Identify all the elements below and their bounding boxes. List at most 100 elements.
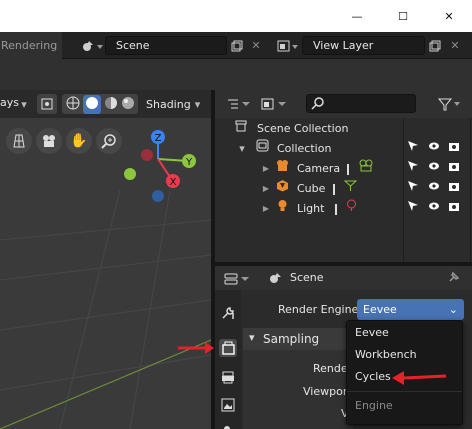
neg-z-axis-dot[interactable]: [152, 190, 164, 202]
outliner-editor-type-button[interactable]: [224, 94, 254, 113]
toggle-perspective-button[interactable]: [6, 128, 32, 154]
filter-icon: [438, 98, 460, 110]
view-layer-icon: [277, 40, 298, 51]
neg-y-axis-dot[interactable]: [141, 149, 153, 161]
scene-name-field[interactable]: Scene: [105, 36, 227, 55]
visibility-eye-icon[interactable]: [427, 199, 441, 219]
neg-x-axis-dot[interactable]: [124, 168, 136, 180]
svg-text:Z: Z: [155, 133, 162, 144]
render-engine-dropdown[interactable]: Eevee ⌄: [357, 299, 464, 320]
tab-tool[interactable]: [219, 304, 237, 322]
annotation-arrow-render-tab: [178, 342, 214, 354]
properties-icon: [224, 273, 249, 284]
outliner-row-cube[interactable]: ▶ Cube: [215, 179, 472, 199]
camera-data-icon[interactable]: [359, 159, 373, 179]
row-divider: [333, 184, 335, 195]
scene-browse-button[interactable]: [78, 36, 106, 55]
sampling-panel-header[interactable]: ▾ Sampling: [243, 328, 353, 350]
expand-arrow-icon[interactable]: ▶: [259, 159, 273, 179]
workspace-tab-rendering[interactable]: Rendering: [0, 32, 62, 59]
camera-view-button[interactable]: [36, 128, 62, 154]
view-layer-icon: [261, 98, 286, 109]
visibility-eye-icon[interactable]: [427, 159, 441, 179]
render-camera-icon[interactable]: [447, 139, 461, 159]
panel-collapse-arrow-icon: ▾: [249, 331, 255, 344]
material-shading-button[interactable]: [104, 96, 118, 113]
view-layer-delete-button[interactable]: ✕: [446, 36, 464, 55]
hand-icon: ✋: [70, 133, 88, 149]
render-camera-icon[interactable]: [447, 159, 461, 179]
render-camera-icon[interactable]: [447, 179, 461, 199]
selectable-cursor-icon[interactable]: [406, 179, 420, 199]
display-mode-button[interactable]: [258, 94, 290, 113]
light-data-icon[interactable]: [344, 199, 358, 219]
maximize-button[interactable]: ☐: [380, 0, 426, 32]
camera-icon: [43, 135, 55, 147]
x-icon: ✕: [450, 39, 460, 52]
render-camera-tab-icon: [222, 341, 235, 355]
properties-editor-type-button[interactable]: [222, 269, 254, 288]
outliner-label: Light: [297, 202, 325, 215]
shading-popover-button[interactable]: Shading ▾: [140, 94, 200, 114]
menu-item-label: Eevee: [355, 326, 389, 339]
outliner-row-scene-collection[interactable]: Scene Collection: [215, 119, 472, 139]
maximize-icon: ☐: [398, 9, 408, 23]
expand-arrow-icon[interactable]: ▾: [235, 139, 249, 159]
solid-shading-button[interactable]: [82, 94, 101, 114]
svg-text:Y: Y: [185, 157, 193, 168]
pan-view-button[interactable]: ✋: [66, 128, 92, 154]
tab-view-layer[interactable]: [219, 396, 237, 414]
workspace-tab-label: Rendering: [1, 39, 58, 52]
mesh-object-icon: [275, 179, 289, 199]
chevron-down-icon: ▾: [194, 97, 201, 111]
menu-item-label: Workbench: [355, 348, 417, 361]
selectable-cursor-icon[interactable]: [406, 159, 420, 179]
wireframe-shading-button[interactable]: [66, 96, 80, 113]
selectable-cursor-icon[interactable]: [406, 139, 420, 159]
engine-option-workbench[interactable]: Workbench: [347, 345, 462, 365]
zoom-view-button[interactable]: [96, 128, 122, 154]
render-engine-value: Eevee: [363, 303, 397, 316]
close-window-button[interactable]: ✕: [426, 0, 472, 32]
mesh-data-icon[interactable]: [343, 179, 357, 199]
render-camera-icon[interactable]: [447, 199, 461, 219]
copy-icon: [429, 40, 441, 51]
expand-arrow-icon[interactable]: ▶: [259, 179, 273, 199]
shading-label: Shading: [146, 97, 191, 111]
view-layer-copy-button[interactable]: [426, 36, 444, 55]
scene-tab-icon: [224, 425, 230, 429]
filter-button[interactable]: [436, 94, 464, 113]
scene-delete-button[interactable]: ✕: [247, 36, 265, 55]
outliner-column-divider: [403, 118, 404, 262]
material-sphere-icon: [104, 96, 117, 109]
navigation-gizmo[interactable]: Z Y X: [120, 125, 210, 210]
overlay-gizmo-button[interactable]: [37, 94, 57, 114]
visibility-eye-icon[interactable]: [427, 139, 441, 159]
grid-icon: [13, 134, 25, 148]
outliner-label: Collection: [277, 142, 332, 155]
outliner-row-light[interactable]: ▶ Light: [215, 199, 472, 219]
scene-copy-button[interactable]: [228, 36, 246, 55]
minimize-button[interactable]: —: [334, 0, 380, 32]
outliner-row-camera[interactable]: ▶ Camera: [215, 159, 472, 179]
expand-arrow-icon[interactable]: ▶: [259, 199, 273, 219]
tab-render[interactable]: [219, 339, 237, 357]
view-layer-name-field[interactable]: View Layer: [302, 36, 425, 55]
outliner-row-collection[interactable]: ▾ Collection: [215, 139, 472, 159]
outliner-search-field[interactable]: [306, 94, 416, 113]
tab-output[interactable]: [219, 368, 237, 386]
pin-icon[interactable]: [447, 270, 461, 287]
viewport-samples-label: Viewport: [303, 385, 352, 398]
tab-scene[interactable]: [219, 418, 237, 429]
engine-option-eevee[interactable]: Eevee: [347, 323, 462, 343]
view-layer-browse-button[interactable]: [274, 36, 302, 55]
printer-icon: [222, 371, 234, 384]
visibility-eye-icon[interactable]: [427, 179, 441, 199]
outliner-column-divider: [470, 118, 471, 262]
row-divider: [335, 204, 337, 215]
annotation-arrow-cycles: [392, 371, 447, 385]
selectable-cursor-icon[interactable]: [406, 199, 420, 219]
rendered-shading-button[interactable]: [121, 96, 135, 113]
mode-dropdown-chevron[interactable]: ▾: [17, 94, 31, 114]
area-separator: [0, 59, 472, 90]
